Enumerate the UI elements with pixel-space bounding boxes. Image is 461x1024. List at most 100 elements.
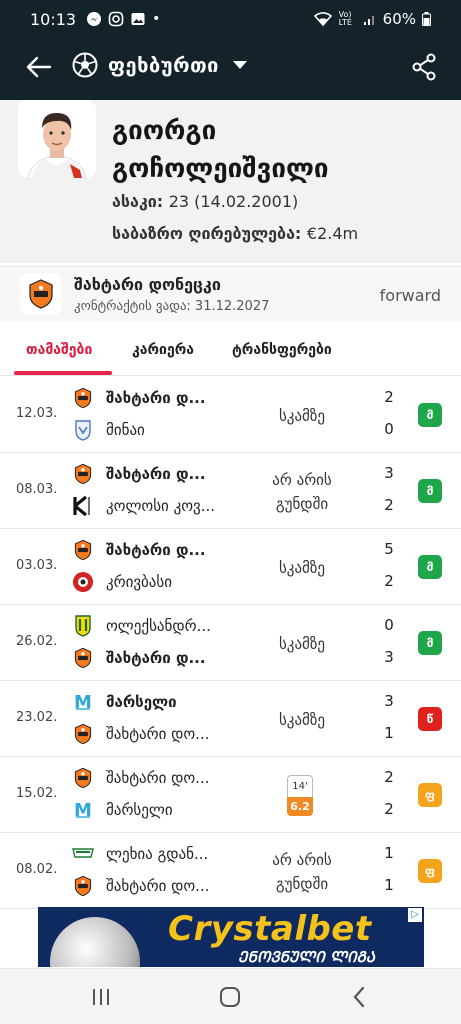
result-badge: ფ xyxy=(418,783,442,807)
minai-logo-icon xyxy=(72,419,94,441)
away-team-name: შახტარი დო... xyxy=(106,725,210,743)
match-date: 23.02. xyxy=(16,710,58,725)
status-right: Vo) LTE 60% xyxy=(313,10,431,28)
home-team-name: შახტარი დ... xyxy=(106,465,206,483)
shakhtar-logo-icon xyxy=(72,539,94,561)
oleksandriya-logo-icon xyxy=(72,615,94,637)
back-nav-icon[interactable] xyxy=(347,985,373,1009)
away-team: შახტარი დო... xyxy=(72,722,252,746)
messenger-icon xyxy=(87,12,102,26)
notification-icons: • xyxy=(86,11,160,27)
recent-apps-icon[interactable] xyxy=(88,985,114,1009)
home-icon[interactable] xyxy=(217,985,243,1009)
home-score: 1 xyxy=(384,844,394,862)
away-team: კოლოსი კოვ... xyxy=(72,494,252,518)
home-team-name: შახტარი დ... xyxy=(106,541,206,559)
home-score: 0 xyxy=(384,616,394,634)
participation-status: სკამზე xyxy=(278,635,326,653)
age-label: ასაკი: xyxy=(112,192,164,211)
home-score: 2 xyxy=(384,388,394,406)
active-tab-indicator xyxy=(14,371,112,375)
match-date: 03.03. xyxy=(16,558,58,573)
away-score: 2 xyxy=(384,800,394,818)
market-value-label: საბაზრო ღირებულება: xyxy=(112,224,302,243)
home-team: Mმარსელი xyxy=(72,690,252,714)
match-row[interactable]: 03.03. შახტარი დ... კრივბასი სკამზე 5 2 მ xyxy=(0,529,461,605)
match-date: 15.02. xyxy=(16,786,58,801)
tab-career[interactable]: კარიერა xyxy=(132,342,194,358)
home-team: ლეხია გდან... xyxy=(72,842,252,866)
match-row[interactable]: 15.02. შახტარი დო... Mმარსელი 14' 6.2 2 2 ფ xyxy=(0,757,461,833)
page-title: ფეხბურთი xyxy=(108,53,219,77)
participation-status: სკამზე xyxy=(278,711,326,729)
tab-bar: თამაშები კარიერა ტრანსფერები xyxy=(0,322,461,376)
ad-banner[interactable]: Crystalbet ᲔᲜᲝᲕᲜᲣᲚᲘ ᲚᲘᲒᲐ ▷ xyxy=(38,907,424,967)
away-team-name: მარსელი xyxy=(106,801,173,819)
age-value: 23 (14.02.2001) xyxy=(168,192,299,211)
match-row[interactable]: 26.02. ოლექსანდრ... შახტარი დ... სკამზე 0 3 მ xyxy=(0,605,461,681)
participation-status: სკამზე xyxy=(278,407,326,425)
participation-status: სკამზე xyxy=(278,559,326,577)
shakhtar-logo-icon xyxy=(72,723,94,745)
shakhtar-logo-icon xyxy=(72,767,94,789)
lechia-logo-icon xyxy=(72,843,94,865)
away-score: 2 xyxy=(384,572,394,590)
shakhtar-logo-icon xyxy=(72,463,94,485)
market-value: €2.4m xyxy=(306,224,359,243)
result-badge: წ xyxy=(418,707,442,731)
battery-percent: 60% xyxy=(382,10,416,28)
home-team: შახტარი დო... xyxy=(72,766,252,790)
match-row[interactable]: 08.03. შახტარი დ... კოლოსი კოვ... არ არის გუ… xyxy=(0,453,461,529)
match-row[interactable]: 08.02. ლეხია გდან... შახტარი დო... არ არის გ… xyxy=(0,833,461,909)
result-badge: მ xyxy=(418,631,442,655)
away-team-name: მინაი xyxy=(106,421,145,439)
club-logo xyxy=(20,273,62,315)
away-team-name: შახტარი დ... xyxy=(106,649,206,667)
participation-status: არ არის გუნდში xyxy=(272,851,332,893)
marseille-logo-icon: M xyxy=(72,799,94,821)
contract-expiry: კონტრაქტის ვადა: 31.12.2027 xyxy=(74,299,270,314)
away-score: 1 xyxy=(384,876,394,894)
signal-icon xyxy=(363,16,374,25)
ad-brand: Crystalbet xyxy=(168,909,372,949)
gallery-icon xyxy=(131,13,145,25)
sport-selector[interactable]: ფეხბურთი xyxy=(72,52,247,78)
home-team-name: შახტარი დო... xyxy=(106,769,210,787)
back-arrow-icon[interactable] xyxy=(24,52,54,82)
home-team-name: ოლექსანდრ... xyxy=(106,617,211,635)
away-team-name: კრივბასი xyxy=(106,573,173,591)
football-icon xyxy=(72,52,98,78)
instagram-icon xyxy=(108,11,124,27)
away-score: 2 xyxy=(384,496,394,514)
away-team: მინაი xyxy=(72,418,252,442)
match-row[interactable]: 23.02. Mმარსელი შახტარი დო... სკამზე 3 1 წ xyxy=(0,681,461,757)
chevron-down-icon xyxy=(232,61,247,69)
home-team-name: ლეხია გდან... xyxy=(106,845,209,863)
network-label: Vo) LTE xyxy=(338,10,352,27)
player-photo xyxy=(18,100,96,178)
club-row[interactable]: შახტარი დონეცკი კონტრაქტის ვადა: 31.12.2… xyxy=(0,266,461,322)
participation-status: არ არის გუნდში xyxy=(272,471,332,513)
minutes-played: 14' xyxy=(287,775,313,797)
player-last-name: გოჩოლეიშვილი xyxy=(112,154,329,184)
wifi-icon xyxy=(313,12,332,27)
match-date: 12.03. xyxy=(16,406,58,421)
ad-ball-image xyxy=(50,917,140,967)
result-badge: მ xyxy=(418,555,442,579)
tab-transfers[interactable]: ტრანსფერები xyxy=(232,342,332,358)
ad-choices-icon[interactable]: ▷ xyxy=(408,908,422,922)
player-avatar-icon xyxy=(18,100,96,178)
tab-matches[interactable]: თამაშები xyxy=(26,342,92,358)
home-team: ოლექსანდრ... xyxy=(72,614,252,638)
away-team-name: კოლოსი კოვ... xyxy=(106,497,216,515)
shakhtar-logo-icon xyxy=(72,875,94,897)
match-date: 08.03. xyxy=(16,482,58,497)
svg-text:M: M xyxy=(74,800,92,821)
marseille-logo-icon: M xyxy=(72,691,94,713)
home-team: შახტარი დ... xyxy=(72,386,252,410)
result-badge: მ xyxy=(418,479,442,503)
match-row[interactable]: 12.03. შახტარი დ... მინაი სკამზე 2 0 მ xyxy=(0,377,461,453)
home-score: 5 xyxy=(384,540,394,558)
home-team-name: მარსელი xyxy=(106,693,177,711)
share-icon[interactable] xyxy=(411,52,437,82)
